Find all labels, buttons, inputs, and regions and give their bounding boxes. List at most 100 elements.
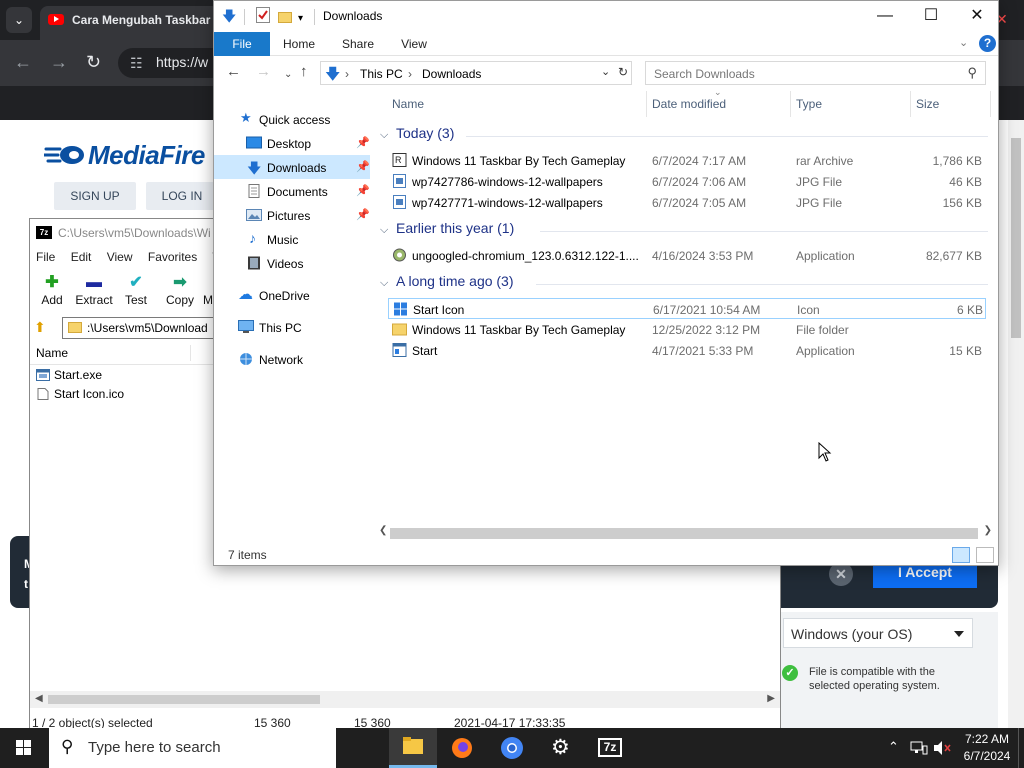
scroll-right-icon[interactable]: ▶: [767, 693, 775, 704]
os-select[interactable]: Windows (your OS): [783, 618, 973, 648]
browser-tab[interactable]: Cara Mengubah Taskbar: [40, 6, 220, 40]
menu-view[interactable]: View: [107, 250, 133, 264]
copy-button[interactable]: ➡ Copy: [158, 273, 202, 307]
maximize-button[interactable]: ☐: [908, 1, 954, 31]
test-button[interactable]: ✔ Test: [114, 273, 158, 307]
sidebar-item-this-pc[interactable]: This PC: [214, 315, 370, 339]
tab-file[interactable]: File: [214, 32, 270, 56]
start-button[interactable]: [0, 728, 48, 768]
tab-share[interactable]: Share: [334, 32, 382, 56]
large-icons-view-icon[interactable]: [976, 547, 994, 563]
customize-qa-icon[interactable]: ▾: [298, 10, 303, 28]
scrollbar-thumb[interactable]: [1011, 138, 1021, 338]
reload-icon[interactable]: ↻: [86, 52, 101, 72]
breadcrumb-chevron-icon[interactable]: ›: [345, 67, 349, 81]
column-separator[interactable]: [190, 345, 191, 361]
sidebar-item-downloads[interactable]: 🡇 Downloads 📌: [214, 155, 370, 179]
add-button[interactable]: ✚ Add: [30, 273, 74, 307]
menu-edit[interactable]: Edit: [71, 250, 92, 264]
name-column[interactable]: Name: [36, 346, 68, 360]
tab-view[interactable]: View: [392, 32, 436, 56]
up-icon[interactable]: ↑: [300, 64, 308, 80]
file-row[interactable]: wp7427786-windows-12-wallpapers 6/7/2024…: [388, 171, 986, 192]
back-icon[interactable]: ←: [226, 64, 241, 80]
column-separator[interactable]: [990, 91, 991, 117]
scroll-left-icon[interactable]: ❮: [379, 525, 387, 536]
group-header-earlier-this-year[interactable]: ⌵ Earlier this year (1): [380, 220, 998, 242]
collapse-chevron-icon[interactable]: ⌵: [380, 129, 396, 142]
network-icon[interactable]: [910, 740, 928, 756]
taskbar-settings[interactable]: ⚙: [537, 728, 585, 768]
volume-muted-icon[interactable]: [933, 740, 951, 756]
details-view-icon[interactable]: [952, 547, 970, 563]
sidebar-item-quick-access[interactable]: ★ Quick access: [214, 107, 370, 131]
tab-search-button[interactable]: ⌄: [6, 7, 32, 33]
column-separator[interactable]: [790, 91, 791, 117]
sevenzip-hscrollbar[interactable]: ◀ ▶: [30, 691, 780, 708]
breadcrumb-chevron-icon[interactable]: ›: [408, 67, 412, 81]
taskbar-search[interactable]: ⚲ Type here to search: [49, 728, 336, 768]
show-desktop-button[interactable]: [1018, 728, 1024, 768]
properties-icon[interactable]: [256, 7, 270, 23]
scrollbar-thumb[interactable]: [390, 528, 978, 539]
page-scrollbar[interactable]: [1008, 120, 1024, 728]
column-separator[interactable]: [910, 91, 911, 117]
column-size[interactable]: Size: [916, 97, 939, 111]
mediafire-logo[interactable]: MediaFire: [44, 140, 205, 171]
sidebar-item-music[interactable]: ♪ Music: [214, 227, 370, 251]
scrollbar-thumb[interactable]: [48, 695, 320, 704]
back-icon[interactable]: ←: [14, 52, 32, 72]
file-row[interactable]: wp7427771-windows-12-wallpapers 6/7/2024…: [388, 192, 986, 213]
collapse-chevron-icon[interactable]: ⌵: [380, 277, 396, 290]
taskbar-firefox[interactable]: [438, 728, 486, 768]
breadcrumb-this-pc[interactable]: This PC: [360, 67, 403, 81]
sidebar-item-pictures[interactable]: Pictures 📌: [214, 203, 370, 227]
explorer-titlebar[interactable]: 🡇 ▾ Downloads — ☐ ✕: [214, 1, 998, 32]
sidebar-item-documents[interactable]: Documents 📌: [214, 179, 370, 203]
taskbar-7zip[interactable]: 7z: [586, 728, 634, 768]
refresh-icon[interactable]: ↻: [618, 65, 628, 79]
extract-button[interactable]: ▬ Extract: [72, 273, 116, 307]
group-header-today[interactable]: ⌵ Today (3): [380, 125, 998, 147]
sidebar-item-videos[interactable]: Videos: [214, 251, 370, 275]
column-name[interactable]: Name: [392, 97, 424, 111]
address-bar[interactable]: 🡇 › This PC › Downloads ⌄ ↻: [320, 61, 632, 85]
forward-icon[interactable]: →: [50, 52, 68, 72]
recent-locations-icon[interactable]: ⌄: [284, 67, 292, 83]
show-hidden-icons-icon[interactable]: ⌃: [888, 739, 899, 755]
new-folder-icon[interactable]: [278, 9, 292, 25]
folder-up-icon[interactable]: ⬆: [34, 319, 46, 336]
signup-button[interactable]: SIGN UP: [54, 182, 136, 210]
taskbar-clock[interactable]: 7:22 AM 6/7/2024: [956, 731, 1018, 765]
sidebar-item-network[interactable]: Network: [214, 347, 370, 371]
sidebar-item-onedrive[interactable]: ☁ OneDrive: [214, 283, 370, 307]
expand-ribbon-icon[interactable]: ⌄: [959, 36, 968, 49]
tab-home[interactable]: Home: [276, 32, 322, 56]
collapse-chevron-icon[interactable]: ⌵: [380, 224, 396, 237]
sidebar-item-desktop[interactable]: Desktop 📌: [214, 131, 370, 155]
site-info-icon[interactable]: ☷: [130, 55, 143, 72]
minimize-button[interactable]: —: [862, 1, 908, 31]
menu-favorites[interactable]: Favorites: [148, 250, 197, 264]
file-row[interactable]: R Windows 11 Taskbar By Tech Gameplay 6/…: [388, 150, 986, 171]
search-input[interactable]: Search Downloads ⚲: [645, 61, 986, 85]
column-type[interactable]: Type: [796, 97, 822, 111]
scroll-left-icon[interactable]: ◀: [35, 693, 43, 704]
taskbar-chromium[interactable]: [488, 728, 536, 768]
taskbar-file-explorer[interactable]: [389, 728, 437, 768]
scroll-right-icon[interactable]: ❯: [984, 525, 992, 536]
file-row[interactable]: Windows 11 Taskbar By Tech Gameplay 12/2…: [388, 319, 986, 340]
group-header-long-time-ago[interactable]: ⌵ A long time ago (3): [380, 273, 998, 295]
login-button[interactable]: LOG IN: [146, 182, 218, 210]
file-row[interactable]: Start 4/17/2021 5:33 PM Application 15 K…: [388, 340, 986, 361]
help-icon[interactable]: ?: [979, 35, 996, 52]
forward-icon[interactable]: →: [256, 64, 271, 80]
breadcrumb-downloads[interactable]: Downloads: [422, 67, 481, 81]
explorer-hscrollbar[interactable]: ❮ ❯: [376, 524, 998, 542]
file-row-selected[interactable]: Start Icon 6/17/2021 10:54 AM Icon 6 KB: [388, 298, 986, 319]
column-separator[interactable]: [646, 91, 647, 117]
column-date-modified[interactable]: Date modified: [652, 97, 726, 111]
menu-file[interactable]: File: [36, 250, 55, 264]
close-button[interactable]: ✕: [954, 1, 1000, 31]
file-row[interactable]: ungoogled-chromium_123.0.6312.122-1.... …: [388, 245, 986, 266]
